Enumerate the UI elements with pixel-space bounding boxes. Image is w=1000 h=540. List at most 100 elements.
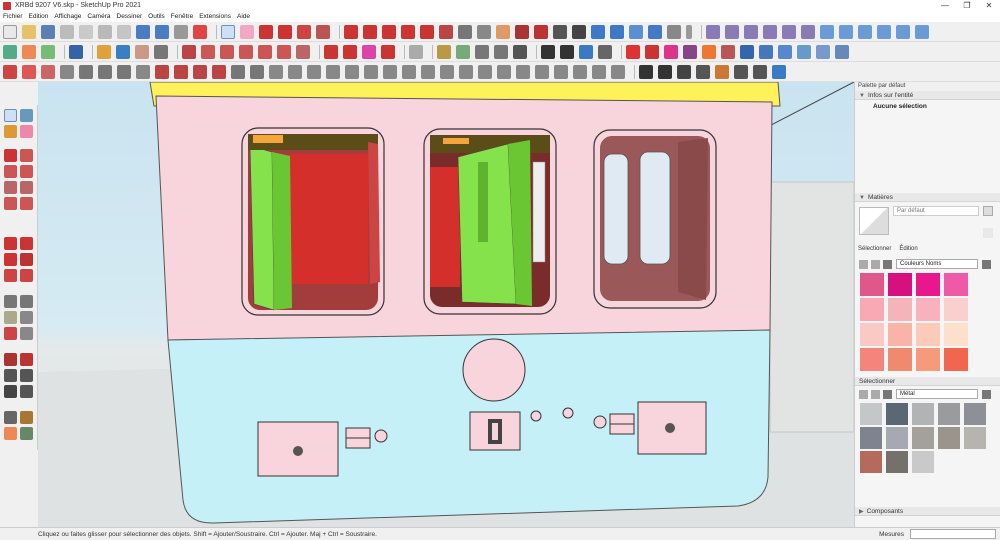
- mesh-icon[interactable]: [402, 64, 416, 79]
- pan-icon[interactable]: [534, 24, 548, 39]
- eyedropper-icon[interactable]: [541, 44, 555, 59]
- material-sample-icon[interactable]: [983, 228, 993, 238]
- mesh-icon[interactable]: [364, 64, 378, 79]
- circle-tool-icon[interactable]: [4, 181, 17, 194]
- menu-fichier[interactable]: Fichier: [3, 13, 23, 20]
- style-hidden-line-icon[interactable]: [858, 24, 872, 39]
- material-swatch[interactable]: [938, 427, 960, 449]
- push-pull-tool-icon[interactable]: [20, 237, 33, 250]
- layer-icon[interactable]: [696, 64, 710, 79]
- rotated-rectangle-icon[interactable]: [20, 165, 33, 178]
- previous-tool-icon[interactable]: [20, 385, 33, 398]
- undo-icon[interactable]: [136, 24, 150, 39]
- view-right-icon[interactable]: [763, 24, 777, 39]
- home-icon[interactable]: [883, 389, 892, 399]
- panel-icon[interactable]: [778, 44, 792, 59]
- zoom-window-tool-icon[interactable]: [20, 369, 33, 382]
- material-swatch[interactable]: [860, 323, 884, 346]
- walk-tool-icon[interactable]: [20, 411, 33, 424]
- material-create-icon[interactable]: [983, 206, 993, 216]
- axes-icon[interactable]: [3, 64, 17, 79]
- section-tool-icon[interactable]: [4, 427, 17, 440]
- components-header[interactable]: ▶ Composants: [855, 507, 1000, 516]
- zoom-window-icon[interactable]: [494, 44, 508, 59]
- bezier-icon[interactable]: [41, 64, 55, 79]
- stretch-icon[interactable]: [381, 44, 395, 59]
- circle-icon[interactable]: [220, 44, 234, 59]
- menu-extensions[interactable]: Extensions: [199, 13, 231, 20]
- maximize-button[interactable]: ❐: [956, 0, 978, 11]
- sandbox-icon[interactable]: [41, 44, 55, 59]
- text-tool-icon[interactable]: [20, 311, 33, 324]
- 3d-viewport[interactable]: [38, 82, 854, 527]
- tab-edit[interactable]: Édition: [899, 246, 917, 252]
- arc-tool-icon[interactable]: [4, 197, 17, 210]
- material-swatch[interactable]: [912, 403, 934, 425]
- style-shaded-icon[interactable]: [877, 24, 891, 39]
- shadows-icon[interactable]: [753, 64, 767, 79]
- layer-icon[interactable]: [677, 64, 691, 79]
- material-swatch[interactable]: [860, 298, 884, 321]
- zoom-extents-tool-icon[interactable]: [4, 385, 17, 398]
- house-icon[interactable]: [740, 44, 754, 59]
- scale-icon[interactable]: [420, 24, 434, 39]
- new-file-icon[interactable]: [3, 24, 17, 39]
- previous-view-icon[interactable]: [513, 44, 527, 59]
- mesh-icon[interactable]: [307, 64, 321, 79]
- shape-icon[interactable]: [98, 64, 112, 79]
- rotate-tool-icon[interactable]: [343, 44, 357, 59]
- polygon-icon[interactable]: [239, 44, 253, 59]
- position-camera-icon[interactable]: [475, 44, 489, 59]
- material-swatch[interactable]: [916, 348, 940, 371]
- groups-icon[interactable]: [116, 44, 130, 59]
- mesh-icon[interactable]: [516, 64, 530, 79]
- style-textured-icon[interactable]: [896, 24, 910, 39]
- shape-icon[interactable]: [136, 64, 150, 79]
- material-swatch[interactable]: [860, 273, 884, 296]
- zoom-icon[interactable]: [553, 24, 567, 39]
- selector-header[interactable]: Sélectionner: [855, 377, 1000, 386]
- walk-icon[interactable]: [437, 44, 451, 59]
- solid-tools-icon[interactable]: [135, 44, 149, 59]
- grid-icon[interactable]: [250, 64, 264, 79]
- mesh-icon[interactable]: [497, 64, 511, 79]
- material-swatch[interactable]: [860, 403, 882, 425]
- rotated-rect-icon[interactable]: [296, 44, 310, 59]
- cube-tool-icon[interactable]: [721, 44, 735, 59]
- tape-tool-icon[interactable]: [4, 295, 17, 308]
- camera-icon[interactable]: [639, 64, 653, 79]
- rectangle-icon[interactable]: [297, 24, 311, 39]
- menu-outils[interactable]: Outils: [148, 13, 165, 20]
- material-swatch[interactable]: [944, 298, 968, 321]
- material-swatch[interactable]: [886, 427, 908, 449]
- texture-position-icon[interactable]: [560, 44, 574, 59]
- fog-icon[interactable]: [772, 64, 786, 79]
- pink-cube-icon[interactable]: [664, 44, 678, 59]
- collapse-triangle-icon[interactable]: ▼: [859, 194, 865, 203]
- scenes-icon[interactable]: [734, 64, 748, 79]
- mesh-icon[interactable]: [478, 64, 492, 79]
- erase-icon[interactable]: [117, 24, 131, 39]
- expand-triangle-icon[interactable]: ▶: [859, 508, 864, 517]
- 3d-text-tool-icon[interactable]: [20, 327, 33, 340]
- follow-me-icon[interactable]: [401, 24, 415, 39]
- share-model-icon[interactable]: [629, 24, 643, 39]
- minimize-button[interactable]: —: [934, 0, 956, 11]
- material-swatch[interactable]: [964, 427, 986, 449]
- line-tool-icon[interactable]: [182, 44, 196, 59]
- mesh-icon[interactable]: [326, 64, 340, 79]
- warehouse-icon[interactable]: [591, 24, 605, 39]
- home-icon[interactable]: [883, 259, 892, 269]
- trash-icon[interactable]: [598, 44, 612, 59]
- shape-icon[interactable]: [79, 64, 93, 79]
- pie-icon[interactable]: [277, 44, 291, 59]
- component-icon[interactable]: [3, 44, 17, 59]
- arc2-tool-icon[interactable]: [20, 197, 33, 210]
- outer-shell-icon[interactable]: [154, 44, 168, 59]
- look-around-icon[interactable]: [456, 44, 470, 59]
- purple-cube-icon[interactable]: [683, 44, 697, 59]
- freehand-icon[interactable]: [201, 44, 215, 59]
- rotate-icon[interactable]: [382, 24, 396, 39]
- select-tool-icon[interactable]: [4, 109, 17, 122]
- move-tool-icon[interactable]: [324, 44, 338, 59]
